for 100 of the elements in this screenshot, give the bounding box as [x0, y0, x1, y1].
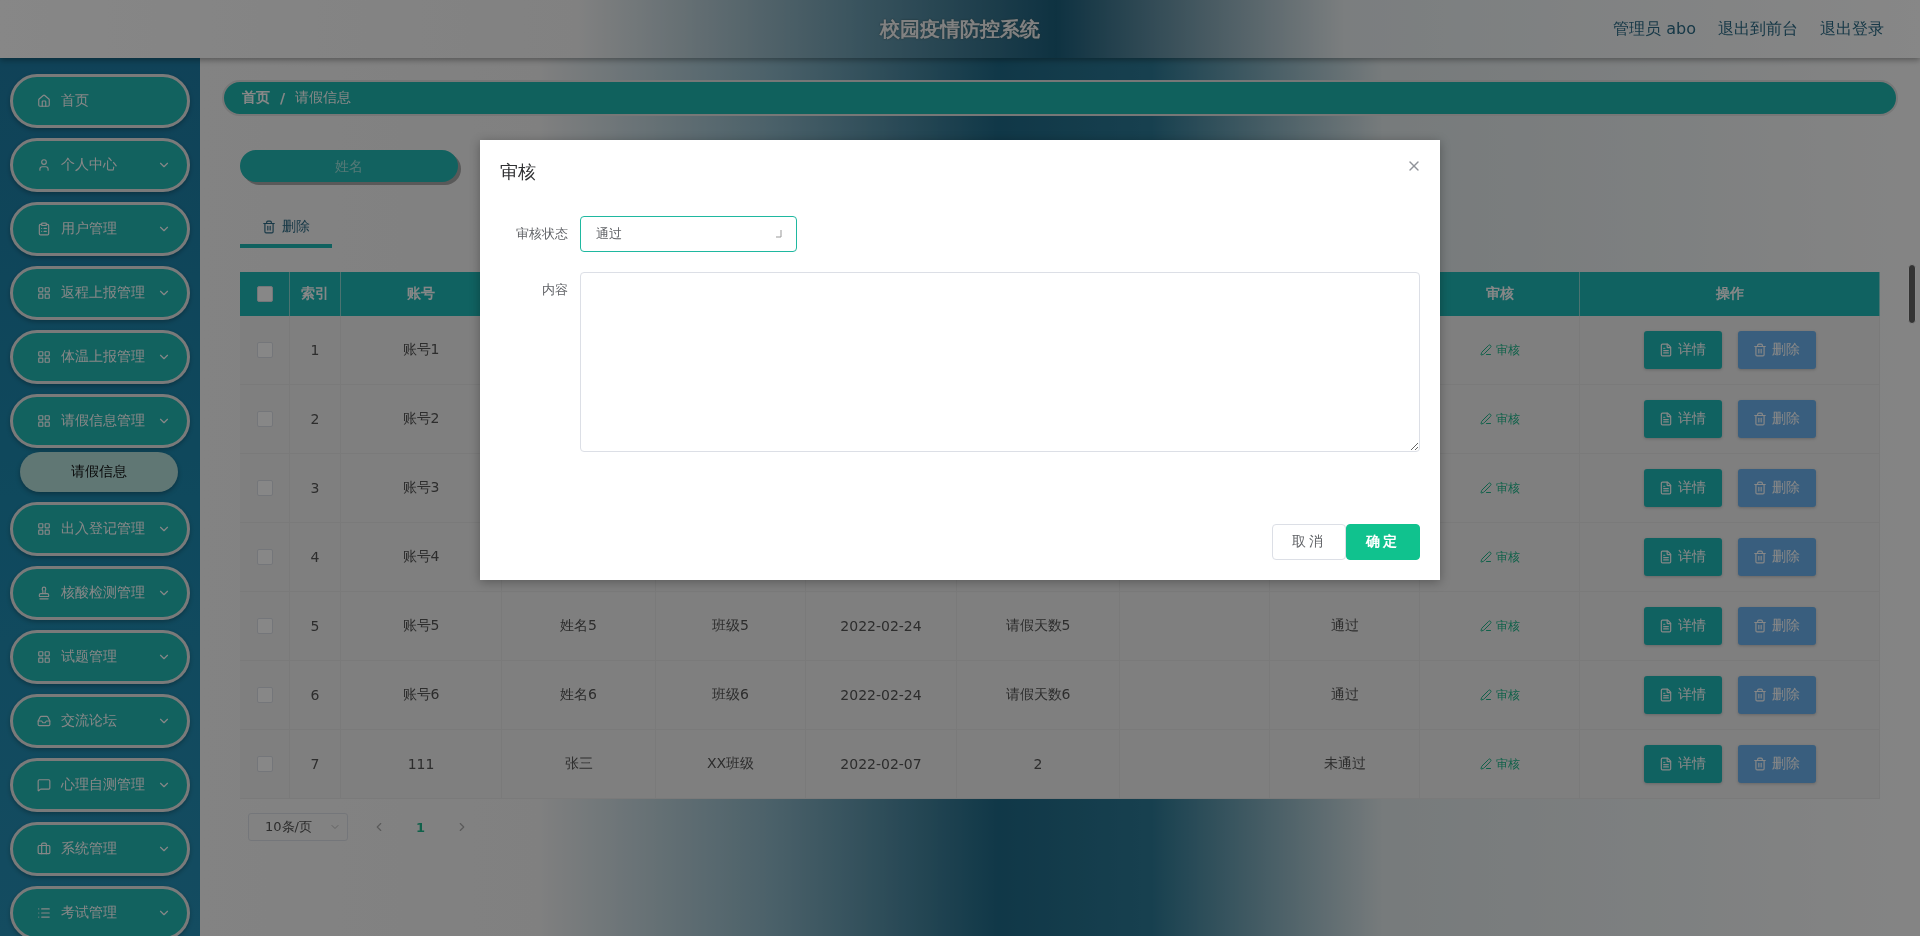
table-cell: 2022-02-07 — [806, 730, 957, 799]
trash-icon — [262, 220, 276, 234]
delete-button[interactable]: 删除 — [1737, 745, 1816, 783]
column-header: 账号 — [407, 285, 435, 303]
breadcrumb-separator: / — [280, 90, 286, 106]
details-button[interactable]: 详情 — [1643, 400, 1722, 438]
column-header: 操作 — [1715, 285, 1744, 303]
review-link[interactable]: 审核 — [1479, 479, 1520, 497]
document-icon — [1659, 481, 1673, 495]
table-cell: 张三 — [502, 730, 656, 799]
sidebar-item[interactable]: 出入登记管理 — [10, 502, 190, 556]
review-link[interactable]: 审核 — [1479, 548, 1520, 566]
content-textarea[interactable] — [580, 272, 1420, 452]
review-link[interactable]: 审核 — [1479, 410, 1520, 428]
pen-icon — [1479, 551, 1492, 563]
column-header: 索引 — [301, 285, 329, 303]
grid-icon — [37, 414, 51, 428]
trash-icon — [1753, 757, 1767, 771]
sidebar-item[interactable]: 心理自测管理 — [10, 758, 190, 812]
table-cell: 7 — [290, 730, 341, 799]
grid-icon — [37, 650, 51, 664]
column-header: 审核 — [1485, 285, 1514, 303]
scrollbar-thumb[interactable] — [1908, 264, 1916, 324]
document-icon — [1659, 343, 1673, 357]
table-cell: 未通过 — [1270, 730, 1420, 799]
delete-tab[interactable]: 删除 — [240, 210, 332, 248]
trash-icon — [1753, 688, 1767, 702]
sidebar-item[interactable]: 用户管理 — [10, 202, 190, 256]
document-icon — [1659, 412, 1673, 426]
delete-button[interactable]: 删除 — [1737, 469, 1816, 507]
document-icon — [1659, 757, 1673, 771]
details-button[interactable]: 详情 — [1643, 745, 1722, 783]
table-cell: 2 — [957, 730, 1120, 799]
page-number[interactable]: 1 — [410, 818, 432, 836]
pen-icon — [1479, 620, 1492, 632]
table-cell: XX班级 — [656, 730, 806, 799]
sidebar-item[interactable]: 请假信息管理 — [10, 394, 190, 448]
app-title: 校园疫情防控系统 — [880, 15, 1040, 43]
stamp-icon — [37, 586, 51, 600]
sidebar-item[interactable]: 交流论坛 — [10, 694, 190, 748]
review-link[interactable]: 审核 — [1479, 755, 1520, 773]
delete-button[interactable]: 删除 — [1737, 607, 1816, 645]
sidebar-item[interactable]: 体温上报管理 — [10, 330, 190, 384]
trash-icon — [1753, 481, 1767, 495]
trash-icon — [1753, 550, 1767, 564]
dialog-title: 审核 — [500, 160, 536, 184]
breadcrumb-link[interactable]: 首页 — [242, 89, 270, 107]
field-label: 审核状态 — [515, 225, 569, 243]
list-icon — [37, 906, 51, 920]
trash-icon — [1753, 343, 1767, 357]
user-icon — [37, 158, 51, 172]
trash-icon — [1753, 412, 1767, 426]
tray-icon — [37, 714, 51, 728]
document-icon — [1659, 688, 1673, 702]
pen-icon — [1479, 344, 1492, 356]
status-select[interactable]: 通过 — [580, 216, 797, 252]
details-button[interactable]: 详情 — [1643, 676, 1722, 714]
document-icon — [1659, 550, 1673, 564]
grid-icon — [37, 286, 51, 300]
header-link[interactable]: 退出登录 — [1820, 18, 1884, 40]
breadcrumb-link[interactable]: 请假信息 — [295, 89, 352, 107]
trash-icon — [1753, 619, 1767, 633]
corner-icon — [774, 230, 782, 238]
details-button[interactable]: 详情 — [1643, 331, 1722, 369]
sidebar-subitem[interactable]: 请假信息 — [20, 452, 178, 492]
confirm-button[interactable]: 确定 — [1346, 524, 1420, 560]
user-label: 管理员 abo — [1613, 18, 1696, 40]
review-link[interactable]: 审核 — [1479, 686, 1520, 704]
delete-button[interactable]: 删除 — [1737, 331, 1816, 369]
details-button[interactable]: 详情 — [1643, 538, 1722, 576]
pen-icon — [1479, 482, 1492, 494]
sidebar-item[interactable]: 核酸检测管理 — [10, 566, 190, 620]
review-link[interactable]: 审核 — [1479, 617, 1520, 635]
delete-button[interactable]: 删除 — [1737, 538, 1816, 576]
review-link[interactable]: 审核 — [1479, 341, 1520, 359]
details-button[interactable]: 详情 — [1643, 607, 1722, 645]
sidebar-item[interactable]: 首页 — [10, 74, 190, 128]
grid-icon — [37, 522, 51, 536]
briefcase-icon — [37, 842, 51, 856]
sidebar-item[interactable]: 试题管理 — [10, 630, 190, 684]
page-size-select[interactable]: 10条/页 — [248, 813, 348, 841]
sidebar-item[interactable]: 个人中心 — [10, 138, 190, 192]
search-field[interactable]: 姓名 — [240, 150, 458, 182]
delete-button[interactable]: 删除 — [1737, 676, 1816, 714]
pen-icon — [1479, 413, 1492, 425]
pen-icon — [1479, 689, 1492, 701]
cancel-button[interactable]: 取消 — [1272, 524, 1346, 560]
sidebar-item[interactable]: 系统管理 — [10, 822, 190, 876]
pen-icon — [1479, 758, 1492, 770]
details-button[interactable]: 详情 — [1643, 469, 1722, 507]
sidebar-item[interactable]: 考试管理 — [10, 886, 190, 936]
grid-icon — [37, 350, 51, 364]
chat-icon — [37, 778, 51, 792]
select-all-checkbox[interactable] — [256, 286, 273, 302]
table-cell: 111 — [341, 730, 502, 799]
header-link[interactable]: 退出到前台 — [1718, 18, 1798, 40]
sidebar-item[interactable]: 返程上报管理 — [10, 266, 190, 320]
field-label: 内容 — [541, 281, 569, 299]
delete-button[interactable]: 删除 — [1737, 400, 1816, 438]
clipboard-icon — [37, 222, 51, 236]
